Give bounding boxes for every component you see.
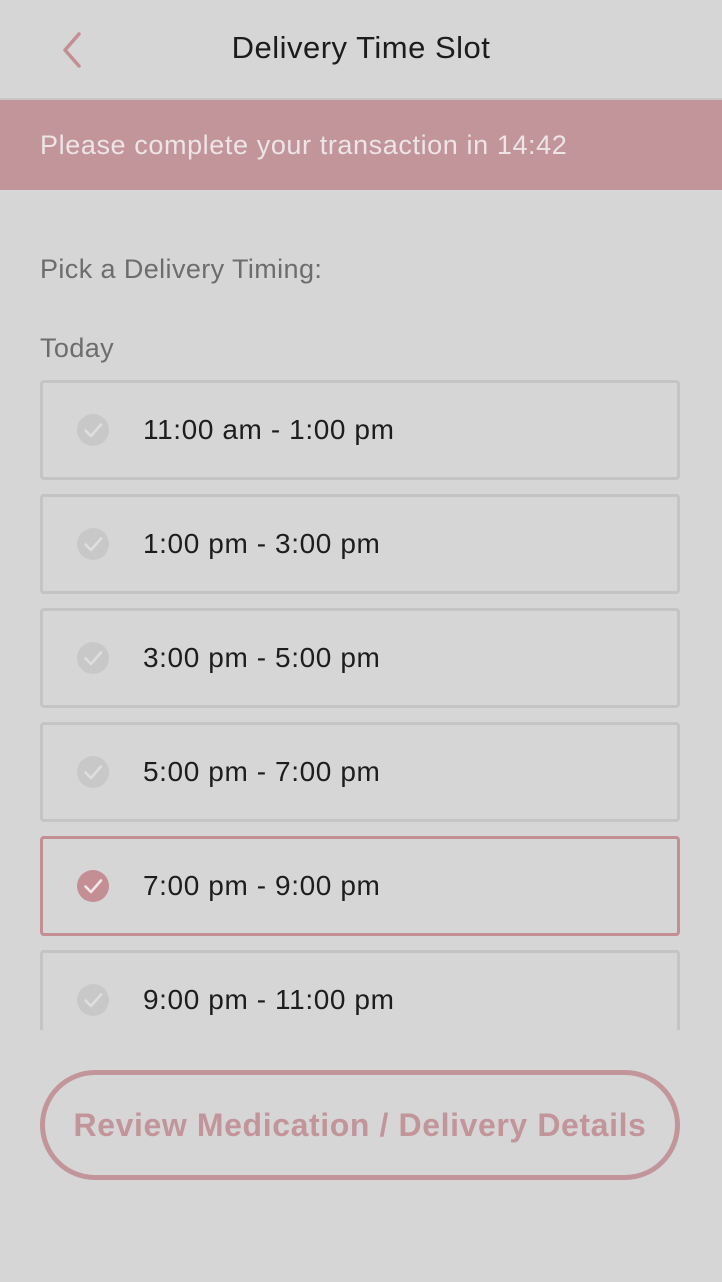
time-slot-label: 1:00 pm - 3:00 pm bbox=[143, 528, 381, 559]
time-slot-option[interactable]: 9:00 pm - 11:00 pm bbox=[40, 950, 680, 1030]
check-circle-icon bbox=[77, 642, 109, 674]
timer-banner: Please complete your transaction in 14:4… bbox=[0, 100, 722, 190]
check-circle-icon bbox=[77, 756, 109, 788]
time-slot-label: 7:00 pm - 9:00 pm bbox=[143, 870, 381, 901]
check-circle-icon bbox=[77, 528, 109, 560]
time-slot-option[interactable]: 1:00 pm - 3:00 pm bbox=[40, 494, 680, 594]
time-slot-option[interactable]: 11:00 am - 1:00 pm bbox=[40, 380, 680, 480]
header-bar: Delivery Time Slot bbox=[0, 0, 722, 100]
page-title: Delivery Time Slot bbox=[231, 30, 491, 65]
delivery-time-slot-screen: Delivery Time Slot Please complete your … bbox=[0, 0, 722, 1282]
review-details-button[interactable]: Review Medication / Delivery Details bbox=[40, 1070, 680, 1180]
time-slot-label: 11:00 am - 1:00 pm bbox=[143, 414, 395, 445]
check-circle-icon bbox=[77, 870, 109, 902]
time-slot-option[interactable]: 5:00 pm - 7:00 pm bbox=[40, 722, 680, 822]
check-circle-icon bbox=[77, 984, 109, 1016]
time-slot-option-selected[interactable]: 7:00 pm - 9:00 pm bbox=[40, 836, 680, 936]
time-slot-option[interactable]: 3:00 pm - 5:00 pm bbox=[40, 608, 680, 708]
time-slot-list[interactable]: 11:00 am - 1:00 pm 1:00 pm - 3:00 pm 3:0… bbox=[40, 380, 680, 1030]
time-slot-label: 5:00 pm - 7:00 pm bbox=[143, 756, 381, 787]
timer-banner-text: Please complete your transaction in 14:4… bbox=[40, 129, 568, 160]
pick-timing-label: Pick a Delivery Timing: bbox=[40, 254, 323, 284]
review-details-label: Review Medication / Delivery Details bbox=[73, 1106, 647, 1143]
check-circle-icon bbox=[77, 414, 109, 446]
day-label: Today bbox=[40, 333, 115, 363]
time-slot-label: 9:00 pm - 11:00 pm bbox=[143, 984, 395, 1015]
time-slot-label: 3:00 pm - 5:00 pm bbox=[143, 642, 381, 673]
